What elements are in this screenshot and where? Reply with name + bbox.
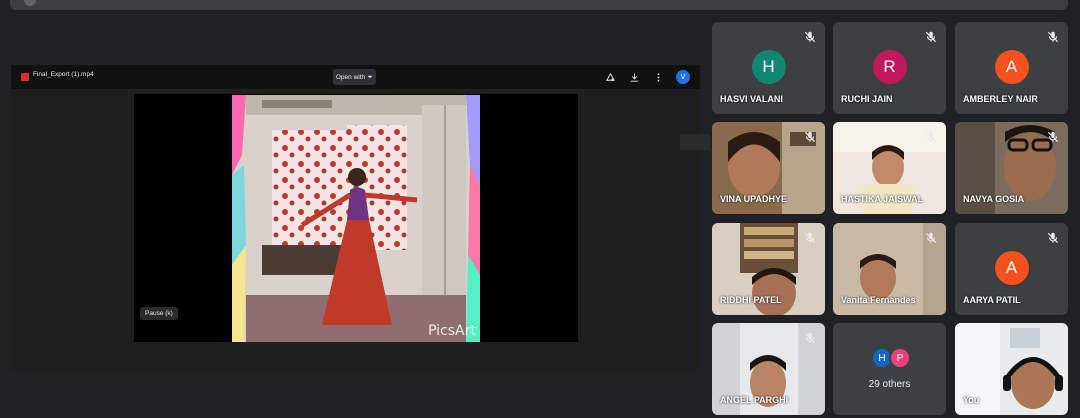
mic-off-icon: [1046, 30, 1060, 44]
participant-tile[interactable]: R RUCHI JAIN: [833, 22, 946, 114]
participant-tile[interactable]: Vanita Fernandes: [833, 223, 946, 315]
drive-viewer-toolbar: Final_Export (1).mp4 Open with V: [11, 65, 700, 89]
video-frame: PicsArt: [232, 95, 480, 342]
download-icon[interactable]: [628, 71, 640, 83]
mic-off-icon: [1046, 130, 1060, 144]
participant-name: VINA UPADHYE: [720, 194, 788, 204]
participant-tile[interactable]: A AARYA PATIL: [955, 223, 1068, 315]
top-bar: [10, 0, 1068, 10]
mic-off-icon: [924, 231, 938, 245]
participant-avatar: R: [872, 50, 907, 84]
account-avatar[interactable]: V: [676, 70, 690, 84]
participant-tile[interactable]: RIDDHI PATEL: [712, 223, 825, 315]
open-with-label: Open with: [335, 73, 366, 81]
participant-name: RUCHI JAIN: [841, 94, 893, 104]
others-tile[interactable]: H P 29 others: [833, 323, 946, 415]
participant-tile[interactable]: You: [955, 323, 1068, 415]
participant-avatar: A: [994, 251, 1029, 285]
mic-off-icon: [1046, 231, 1060, 245]
mic-off-icon: [803, 331, 817, 345]
mic-off-icon: [924, 30, 938, 44]
mic-off-icon: [924, 130, 938, 144]
mic-off-icon: [803, 130, 817, 144]
participant-name: RIDDHI PATEL: [720, 295, 782, 305]
participant-name: HASTIKA JAISWAL: [841, 194, 924, 204]
others-count: 29 others: [868, 379, 911, 390]
participant-name: HASVI VALANI: [720, 94, 783, 104]
pause-tooltip: Pause (k): [140, 307, 178, 320]
svg-text:PicsArt: PicsArt: [428, 323, 476, 339]
participant-name: NAVYA GOSIA: [963, 194, 1025, 204]
participant-name: You: [963, 395, 980, 405]
mic-off-icon: [803, 231, 817, 245]
more-options-icon[interactable]: [652, 71, 664, 83]
participant-tile[interactable]: VINA UPADHYE: [712, 122, 825, 214]
participant-tile[interactable]: H HASVI VALANI: [712, 22, 825, 114]
participant-name: Vanita Fernandes: [841, 295, 916, 305]
participant-name: AARYA PATIL: [963, 295, 1021, 305]
others-avatar: P: [889, 347, 911, 369]
participant-tile[interactable]: NAVYA GOSIA: [955, 122, 1068, 214]
participant-name: ANGEL PARGHI: [720, 395, 789, 405]
participant-tile[interactable]: A AMBERLEY NAIR: [955, 22, 1068, 114]
add-to-drive-icon[interactable]: [604, 71, 616, 83]
participant-avatar: H: [751, 50, 786, 84]
participant-name: AMBERLEY NAIR: [963, 94, 1038, 104]
participant-avatar: A: [994, 50, 1029, 84]
participant-tile[interactable]: ANGEL PARGHI: [712, 323, 825, 415]
mic-off-icon: [803, 30, 817, 44]
open-with-button[interactable]: Open with: [333, 69, 376, 85]
video-file-icon: [21, 73, 29, 81]
file-name: Final_Export (1).mp4: [33, 71, 94, 78]
chevron-down-icon: [367, 75, 373, 79]
side-panel-handle[interactable]: [680, 134, 710, 150]
top-bar-icon: [24, 0, 36, 6]
participant-tile[interactable]: HASTIKA JAISWAL: [833, 122, 946, 214]
